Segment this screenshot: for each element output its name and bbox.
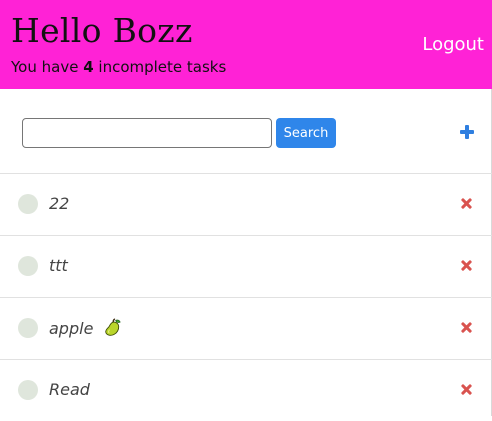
todo-app: Hello Bozz You have 4 incomplete tasks L… [0,0,492,416]
task-text: ttt [49,256,68,275]
task-complete-checkbox[interactable] [18,318,38,338]
task-item: ttt [0,236,492,298]
task-text: Read [49,380,90,399]
task-text: 22 [49,194,70,213]
task-list: 22 ttt apple Read [0,174,492,421]
greeting-title: Hello Bozz [11,11,193,50]
search-button[interactable]: Search [276,118,336,148]
task-complete-checkbox[interactable] [18,380,38,400]
logout-button[interactable]: Logout [422,34,484,56]
task-text-with-emoji: apple [49,317,123,343]
task-complete-checkbox[interactable] [18,256,38,276]
summary-suffix: incomplete tasks [93,58,227,76]
search-toolbar: Search [0,89,492,174]
pear-icon [103,317,123,343]
task-item: apple [0,298,492,360]
delete-task-button[interactable] [460,259,474,273]
task-text: apple [49,319,99,338]
delete-task-button[interactable] [460,197,474,211]
task-count-summary: You have 4 incomplete tasks [11,58,226,76]
summary-prefix: You have [11,58,84,76]
add-task-button[interactable] [458,123,476,141]
search-input[interactable] [22,118,272,148]
task-complete-checkbox[interactable] [18,194,38,214]
task-item: Read [0,360,492,421]
delete-task-button[interactable] [460,321,474,335]
task-item: 22 [0,174,492,236]
incomplete-count: 4 [83,58,94,76]
delete-task-button[interactable] [460,383,474,397]
app-header: Hello Bozz You have 4 incomplete tasks L… [0,0,492,89]
